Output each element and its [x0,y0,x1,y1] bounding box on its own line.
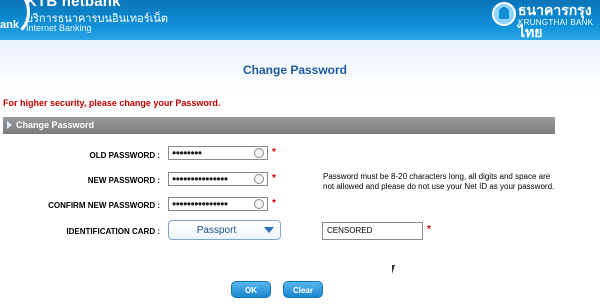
confirm-password-field[interactable]: ••••••••••••••• [168,197,268,211]
old-password-label: OLD PASSWORD : [89,151,160,160]
confirm-password-value: ••••••••••••••• [172,197,228,211]
new-password-field[interactable]: ••••••••••••••• [168,172,268,186]
confirm-password-label: CONFIRM NEW PASSWORD : [48,201,160,210]
new-password-value: ••••••••••••••• [172,172,228,186]
old-password-field[interactable]: •••••••• [168,146,268,160]
id-number-input[interactable]: CENSORED [322,222,423,240]
new-password-label: NEW PASSWORD : [87,176,160,185]
required-mark: * [272,173,276,184]
mouse-cursor-icon [392,265,399,274]
password-hint: Password must be 8-20 characters long, a… [323,172,555,191]
bank-name-english: KRUNGTHAI BANK [518,18,594,27]
required-mark: * [427,224,431,235]
id-type-select[interactable]: Passport [168,220,281,240]
virtual-keypad-icon[interactable] [254,199,264,209]
virtual-keypad-icon[interactable] [254,174,264,184]
clear-button[interactable]: Clear [283,281,323,298]
arrow-right-icon [7,121,12,129]
brand-text-partial: ank [0,19,19,31]
site-header: ank KTB netbank บริการธนาคารบนอินเทอร์เน… [0,0,600,40]
ok-button[interactable]: OK [231,281,271,298]
old-password-value: •••••••• [172,146,202,160]
security-warning: For higher security, please change your … [3,98,221,108]
id-card-label: IDENTIFICATION CARD : [66,227,160,236]
page-title: Change Password [242,63,348,77]
id-type-selected: Passport [196,225,237,236]
app-subtitle: Internet Banking [26,23,92,33]
chevron-down-icon [264,227,274,233]
krungthai-logo-icon [492,2,516,26]
virtual-keypad-icon[interactable] [254,148,264,158]
required-mark: * [272,147,276,158]
section-title: Change Password [16,120,95,130]
required-mark: * [272,198,276,209]
section-header: Change Password [3,117,555,134]
